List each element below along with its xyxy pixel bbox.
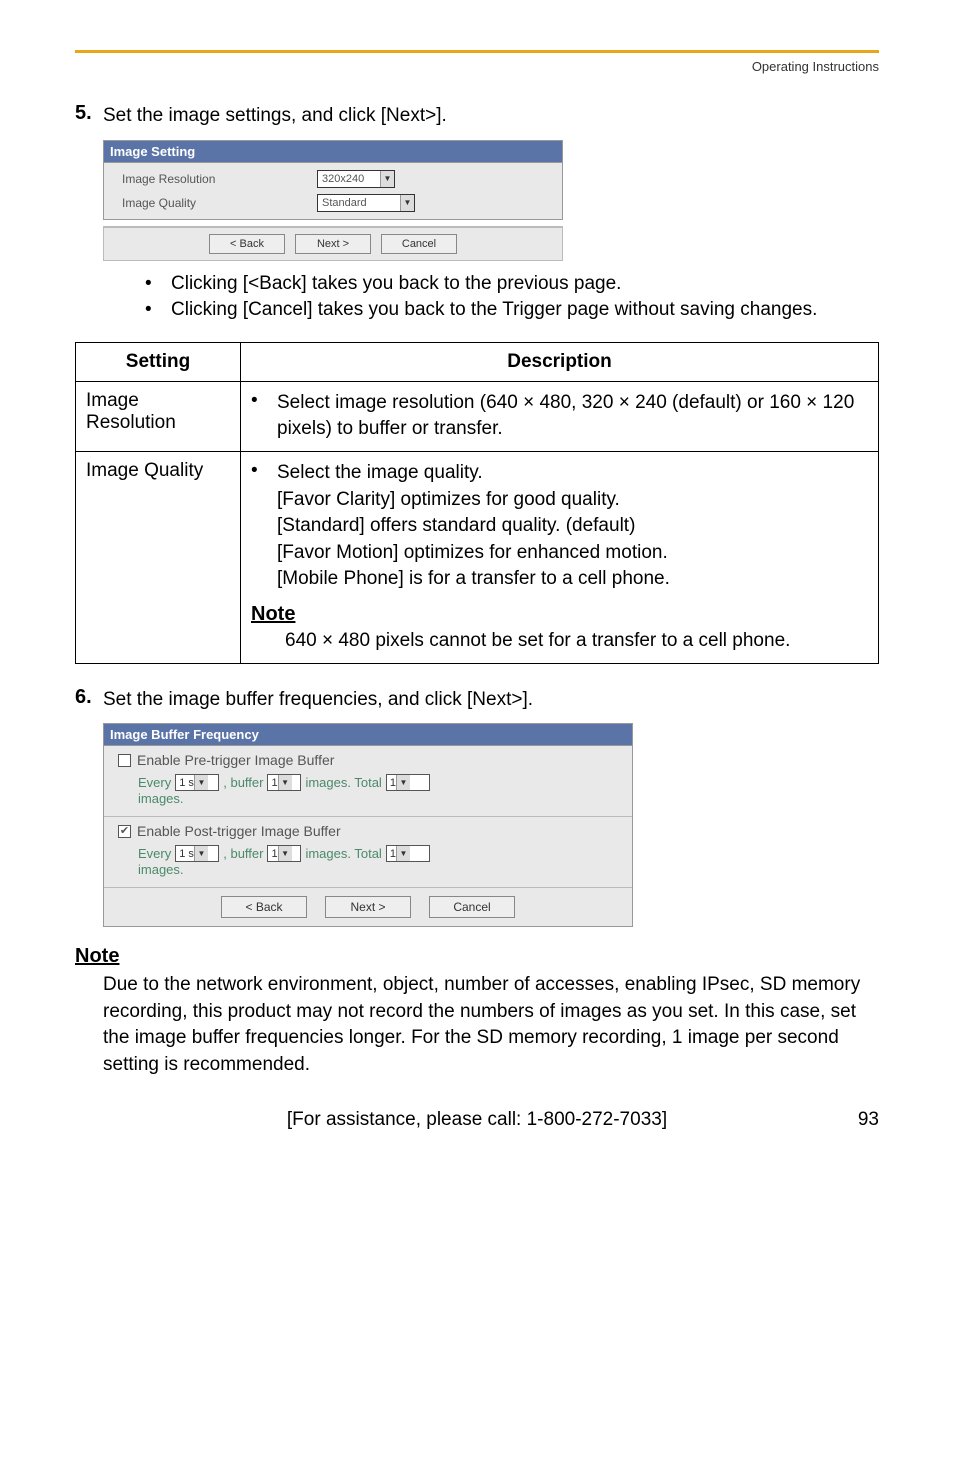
bottom-note-body: Due to the network environment, object, …	[103, 972, 879, 1078]
step-5-text: Set the image settings, and click [Next>…	[103, 102, 447, 130]
step-6: 6. Set the image buffer frequencies, and…	[75, 686, 879, 714]
image-quality-select[interactable]: Standard ▼	[317, 194, 415, 212]
post-count-select[interactable]: 1▼	[267, 845, 301, 862]
pre-interval-value: 1 s	[179, 777, 194, 789]
note-body: 640 × 480 pixels cannot be set for a tra…	[285, 628, 868, 655]
table-header-description: Description	[241, 342, 879, 381]
doc-title: Operating Instructions	[75, 59, 879, 74]
text-buffer: , buffer	[223, 846, 263, 861]
text-images-end: images.	[138, 791, 184, 806]
step5-note-2: Clicking [Cancel] takes you back to the …	[171, 297, 817, 324]
text-every: Every	[138, 775, 171, 790]
chevron-down-icon: ▼	[278, 775, 292, 790]
iq-line-2: [Favor Clarity] optimizes for good quali…	[277, 487, 868, 514]
image-resolution-value: 320x240	[322, 173, 364, 185]
table-cell-image-resolution: Image Resolution	[76, 381, 241, 451]
post-trigger-label: Enable Post-trigger Image Buffer	[137, 823, 341, 839]
post-trigger-checkbox[interactable]: ✔	[118, 825, 131, 838]
pre-trigger-label: Enable Pre-trigger Image Buffer	[137, 752, 334, 768]
text-images-end: images.	[138, 862, 184, 877]
cancel-button[interactable]: Cancel	[381, 234, 457, 254]
pre-trigger-checkbox[interactable]	[118, 754, 131, 767]
iq-line-5: [Mobile Phone] is for a transfer to a ce…	[277, 566, 868, 593]
chevron-down-icon: ▼	[396, 846, 410, 861]
step-6-number: 6.	[75, 686, 103, 714]
text-images-total: images. Total	[305, 846, 381, 861]
buffer-freq-title: Image Buffer Frequency	[103, 723, 633, 745]
text-images-total: images. Total	[305, 775, 381, 790]
image-quality-label: Image Quality	[122, 196, 317, 210]
post-total-select[interactable]: 1▼	[386, 845, 430, 862]
note-heading: Note	[251, 603, 868, 626]
chevron-down-icon: ▼	[278, 846, 292, 861]
image-setting-screenshot: Image Setting Image Resolution 320x240 ▼…	[103, 140, 563, 261]
back-button[interactable]: < Back	[209, 234, 285, 254]
pre-total-select[interactable]: 1▼	[386, 774, 430, 791]
chevron-down-icon: ▼	[400, 195, 414, 211]
text-buffer: , buffer	[223, 775, 263, 790]
page-number: 93	[858, 1109, 879, 1131]
bullet-icon: •	[251, 460, 277, 593]
pre-count-select[interactable]: 1▼	[267, 774, 301, 791]
table-header-setting: Setting	[76, 342, 241, 381]
image-resolution-description: Select image resolution (640 × 480, 320 …	[277, 390, 868, 443]
iq-line-1: Select the image quality.	[277, 460, 868, 487]
step5-note-1: Clicking [<Back] takes you back to the p…	[171, 271, 621, 298]
text-every: Every	[138, 846, 171, 861]
pre-interval-select[interactable]: 1 s▼	[175, 774, 219, 791]
chevron-down-icon: ▼	[380, 171, 394, 187]
cancel-button[interactable]: Cancel	[429, 896, 515, 918]
step-5-number: 5.	[75, 102, 103, 130]
next-button[interactable]: Next >	[295, 234, 371, 254]
footer-assist: [For assistance, please call: 1-800-272-…	[75, 1109, 879, 1131]
settings-table: Setting Description Image Resolution • S…	[75, 342, 879, 664]
image-resolution-label: Image Resolution	[122, 172, 317, 186]
bullet-icon: •	[145, 297, 171, 324]
post-interval-select[interactable]: 1 s▼	[175, 845, 219, 862]
bullet-icon: •	[145, 271, 171, 298]
bottom-note-heading: Note	[75, 945, 879, 968]
image-resolution-select[interactable]: 320x240 ▼	[317, 170, 395, 188]
image-setting-title: Image Setting	[103, 140, 563, 162]
bullet-icon: •	[251, 390, 277, 443]
post-interval-value: 1 s	[179, 848, 194, 860]
chevron-down-icon: ▼	[396, 775, 410, 790]
step-6-text: Set the image buffer frequencies, and cl…	[103, 686, 533, 714]
iq-line-4: [Favor Motion] optimizes for enhanced mo…	[277, 540, 868, 567]
next-button[interactable]: Next >	[325, 896, 411, 918]
image-buffer-frequency-screenshot: Image Buffer Frequency Enable Pre-trigge…	[103, 723, 633, 927]
back-button[interactable]: < Back	[221, 896, 307, 918]
chevron-down-icon: ▼	[194, 775, 208, 790]
step-5: 5. Set the image settings, and click [Ne…	[75, 102, 879, 130]
table-cell-image-quality: Image Quality	[76, 451, 241, 663]
image-quality-value: Standard	[322, 197, 367, 209]
iq-line-3: [Standard] offers standard quality. (def…	[277, 513, 868, 540]
chevron-down-icon: ▼	[194, 846, 208, 861]
